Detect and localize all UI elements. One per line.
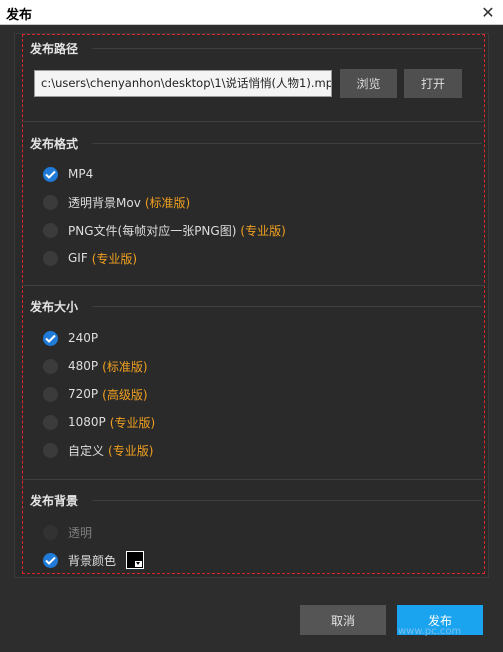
size-option-720p[interactable]: 720P (高级版): [43, 385, 148, 403]
path-section-divider: [92, 48, 482, 49]
size-option-label: 1080P: [68, 415, 106, 429]
open-button[interactable]: 打开: [404, 69, 462, 98]
size-section-divider: [92, 306, 482, 307]
close-icon[interactable]: ✕: [477, 2, 499, 22]
radio-icon: [43, 386, 58, 402]
checked-icon: [43, 166, 58, 182]
dropdown-arrow-icon: [135, 561, 143, 567]
selection-guide: [22, 34, 485, 574]
format-option-gif[interactable]: GIF (专业版): [43, 249, 137, 267]
radio-icon: [43, 524, 58, 540]
radio-icon: [43, 442, 58, 458]
size-option-label: 480P: [68, 359, 99, 373]
background-option-label: 透明: [68, 525, 93, 540]
edition-tag: (标准版): [102, 359, 148, 374]
size-option-custom[interactable]: 自定义 (专业版): [43, 441, 153, 459]
radio-icon: [43, 250, 58, 266]
edition-tag: (专业版): [91, 251, 138, 266]
format-option-mp4[interactable]: MP4: [43, 165, 93, 183]
size-option-label: 自定义: [68, 443, 105, 458]
edition-tag: (专业版): [240, 223, 286, 238]
radio-icon: [43, 414, 58, 430]
browse-button[interactable]: 浏览: [340, 69, 397, 98]
edition-tag: (高级版): [102, 387, 148, 402]
radio-icon: [43, 194, 58, 210]
format-section-title: 发布格式: [30, 137, 79, 151]
format-option-label: 透明背景Mov: [68, 195, 141, 210]
format-option-label: PNG文件(每帧对应一张PNG图): [68, 223, 237, 238]
section-separator: [22, 285, 485, 286]
format-option-mov[interactable]: 透明背景Mov (标准版): [43, 193, 190, 211]
format-option-png[interactable]: PNG文件(每帧对应一张PNG图) (专业版): [43, 221, 286, 239]
background-section-divider: [92, 500, 482, 501]
edition-tag: (专业版): [109, 415, 156, 430]
size-option-label: 720P: [68, 387, 99, 401]
section-separator: [22, 121, 485, 122]
format-option-label: MP4: [68, 167, 94, 181]
background-section-title: 发布背景: [30, 494, 79, 508]
background-option-transparent[interactable]: 透明: [43, 523, 92, 541]
size-option-240p[interactable]: 240P: [43, 329, 98, 347]
watermark-text: www.pc.com: [398, 626, 462, 637]
window-titlebar: 发布 ✕: [0, 0, 503, 25]
color-picker-swatch[interactable]: [126, 551, 145, 569]
output-path-field[interactable]: c:\users\chenyanhon\desktop\1\说话悄悄(人物1).…: [34, 70, 332, 97]
background-option-color[interactable]: 背景颜色: [43, 551, 145, 569]
size-option-label: 240P: [68, 331, 99, 345]
section-separator: [22, 479, 485, 480]
edition-tag: (标准版): [144, 195, 191, 210]
format-section-divider: [92, 143, 482, 144]
checked-icon: [43, 330, 58, 346]
edition-tag: (专业版): [108, 443, 154, 458]
size-option-480p[interactable]: 480P (标准版): [43, 357, 148, 375]
checked-icon: [43, 552, 58, 568]
window-title: 发布: [6, 8, 33, 23]
radio-icon: [43, 222, 58, 238]
format-option-label: GIF: [68, 251, 88, 265]
size-option-1080p[interactable]: 1080P (专业版): [43, 413, 155, 431]
background-option-label: 背景颜色: [68, 553, 117, 568]
radio-icon: [43, 358, 58, 374]
size-section-title: 发布大小: [30, 300, 79, 314]
cancel-button[interactable]: 取消: [300, 605, 386, 635]
path-section-title: 发布路径: [30, 42, 79, 56]
